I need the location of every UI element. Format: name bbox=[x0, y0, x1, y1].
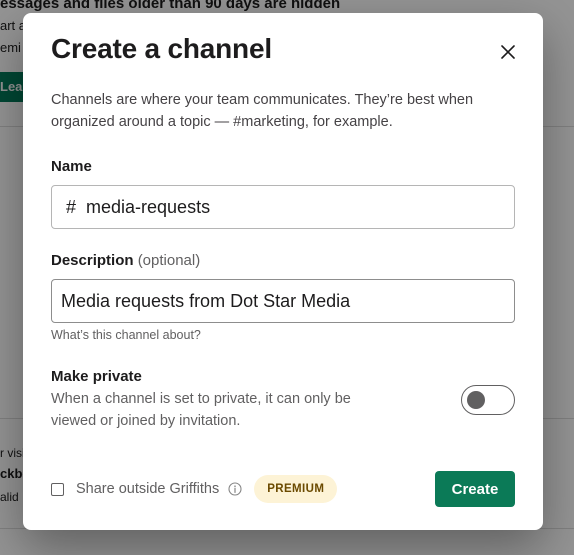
name-label: Name bbox=[51, 158, 92, 175]
share-outside-row: Share outside Griffiths PREMIUM bbox=[51, 471, 338, 507]
create-button[interactable]: Create bbox=[435, 471, 515, 507]
share-outside-checkbox[interactable] bbox=[51, 482, 64, 496]
description-label: Description (optional) bbox=[51, 252, 200, 269]
premium-badge: PREMIUM bbox=[254, 475, 338, 503]
description-hint: What’s this channel about? bbox=[51, 328, 201, 342]
make-private-label: Make private bbox=[51, 368, 142, 385]
modal-intro-text: Channels are where your team communicate… bbox=[51, 92, 474, 130]
modal-title: Create a channel bbox=[51, 33, 272, 64]
description-input[interactable]: Media requests from Dot Star Media bbox=[51, 279, 515, 323]
close-icon bbox=[501, 45, 515, 59]
description-label-text: Description bbox=[51, 252, 134, 269]
channel-name-input[interactable]: # media-requests bbox=[51, 185, 515, 229]
description-value: Media requests from Dot Star Media bbox=[61, 290, 351, 311]
share-outside-label[interactable]: Share outside Griffiths bbox=[76, 481, 219, 497]
create-channel-modal: Create a channel Channels are where your… bbox=[23, 13, 543, 530]
optional-tag: (optional) bbox=[137, 252, 201, 269]
channel-name-value: media-requests bbox=[86, 196, 211, 217]
close-button[interactable] bbox=[495, 39, 521, 65]
make-private-description: When a channel is set to private, it can… bbox=[51, 391, 351, 429]
info-icon[interactable] bbox=[228, 482, 242, 496]
toggle-knob bbox=[467, 391, 485, 409]
make-private-toggle[interactable] bbox=[461, 385, 515, 415]
hash-prefix: # bbox=[66, 196, 77, 217]
